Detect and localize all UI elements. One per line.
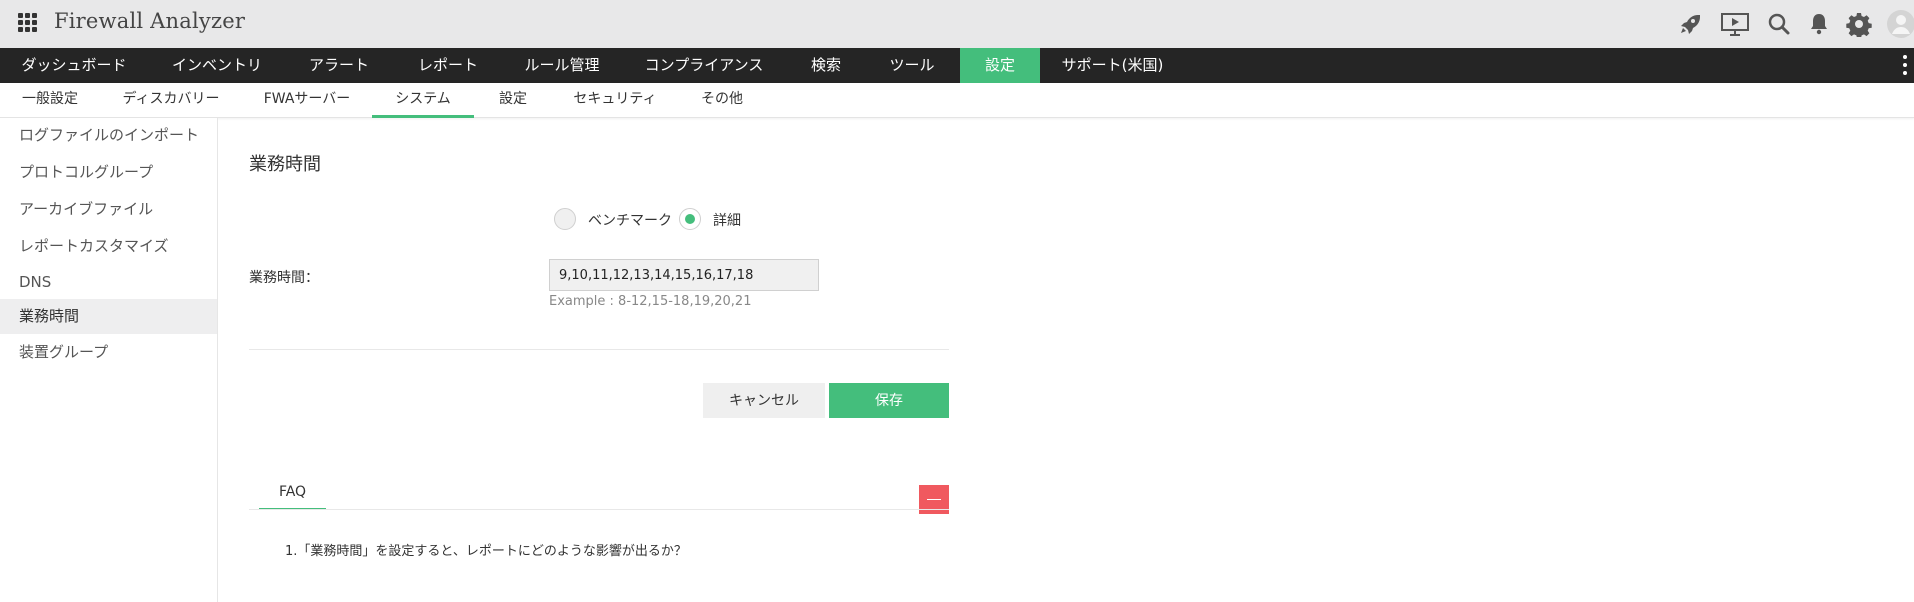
subnav-settings[interactable]: 設定 <box>474 83 552 118</box>
benchmark-radio-label[interactable]: ベンチマーク <box>588 210 672 230</box>
subnav-other[interactable]: その他 <box>678 83 766 118</box>
nav-settings[interactable]: 設定 <box>960 48 1040 83</box>
main-nav: ダッシュボード インベントリ アラート レポート ルール管理 コンプライアンス … <box>0 48 1914 83</box>
business-hours-example: Example : 8-12,15-18,19,20,21 <box>549 294 752 309</box>
cancel-button[interactable]: キャンセル <box>703 383 825 418</box>
sub-nav: 一般設定 ディスカバリー FWAサーバー システム 設定 セキュリティ その他 <box>0 83 1914 118</box>
nav-support[interactable]: サポート(米国) <box>1040 48 1185 83</box>
app-title: Firewall Analyzer <box>54 9 246 33</box>
faq-divider <box>249 509 949 510</box>
main-content: 業務時間 ベンチマーク 詳細 業務時間： Example : 8-12,15-1… <box>219 118 1914 602</box>
more-vertical-icon[interactable] <box>1902 55 1908 77</box>
nav-inventory[interactable]: インベントリ <box>148 48 286 83</box>
nav-alerts[interactable]: アラート <box>286 48 392 83</box>
faq-item[interactable]: 1.「業務時間」を設定すると、レポートにどのような影響が出るか？ <box>285 540 687 559</box>
user-avatar-icon[interactable] <box>1886 9 1914 39</box>
search-icon[interactable] <box>1766 11 1792 37</box>
business-hours-label: 業務時間： <box>249 270 319 286</box>
faq-tab[interactable]: FAQ <box>259 478 326 510</box>
top-bar: Firewall Analyzer <box>0 0 1914 48</box>
nav-compliance[interactable]: コンプライアンス <box>620 48 788 83</box>
subnav-system[interactable]: システム <box>372 83 474 118</box>
detail-radio-label[interactable]: 詳細 <box>713 210 741 230</box>
subnav-discovery[interactable]: ディスカバリー <box>100 83 242 118</box>
sidebar-item-device-groups[interactable]: 装置グループ <box>0 335 217 370</box>
bell-icon[interactable] <box>1806 11 1832 37</box>
save-button[interactable]: 保存 <box>829 383 949 418</box>
nav-search[interactable]: 検索 <box>788 48 864 83</box>
detail-radio[interactable] <box>679 208 701 230</box>
nav-rule-management[interactable]: ルール管理 <box>504 48 620 83</box>
sidebar-item-dns[interactable]: DNS <box>0 265 217 300</box>
presentation-icon[interactable] <box>1720 11 1750 37</box>
sidebar: ログファイルのインポート プロトコルグループ アーカイブファイル レポートカスタ… <box>0 118 218 602</box>
divider <box>249 349 949 350</box>
page-title: 業務時間 <box>249 154 321 175</box>
benchmark-radio[interactable] <box>554 208 576 230</box>
nav-reports[interactable]: レポート <box>392 48 504 83</box>
subnav-security[interactable]: セキュリティ <box>552 83 678 118</box>
subnav-fwa-server[interactable]: FWAサーバー <box>242 83 372 118</box>
rocket-icon[interactable] <box>1677 11 1703 37</box>
sidebar-item-archive-files[interactable]: アーカイブファイル <box>0 192 217 227</box>
gear-icon[interactable] <box>1846 11 1872 39</box>
sidebar-item-report-customize[interactable]: レポートカスタマイズ <box>0 229 217 264</box>
business-hours-input[interactable] <box>549 259 819 291</box>
sidebar-item-log-import[interactable]: ログファイルのインポート <box>0 118 217 153</box>
sidebar-item-business-hours[interactable]: 業務時間 <box>0 299 217 334</box>
nav-dashboard[interactable]: ダッシュボード <box>0 48 148 83</box>
subnav-general-settings[interactable]: 一般設定 <box>0 83 100 118</box>
app-grid-icon[interactable] <box>18 13 38 33</box>
nav-tools[interactable]: ツール <box>864 48 960 83</box>
sidebar-item-protocol-groups[interactable]: プロトコルグループ <box>0 155 217 190</box>
